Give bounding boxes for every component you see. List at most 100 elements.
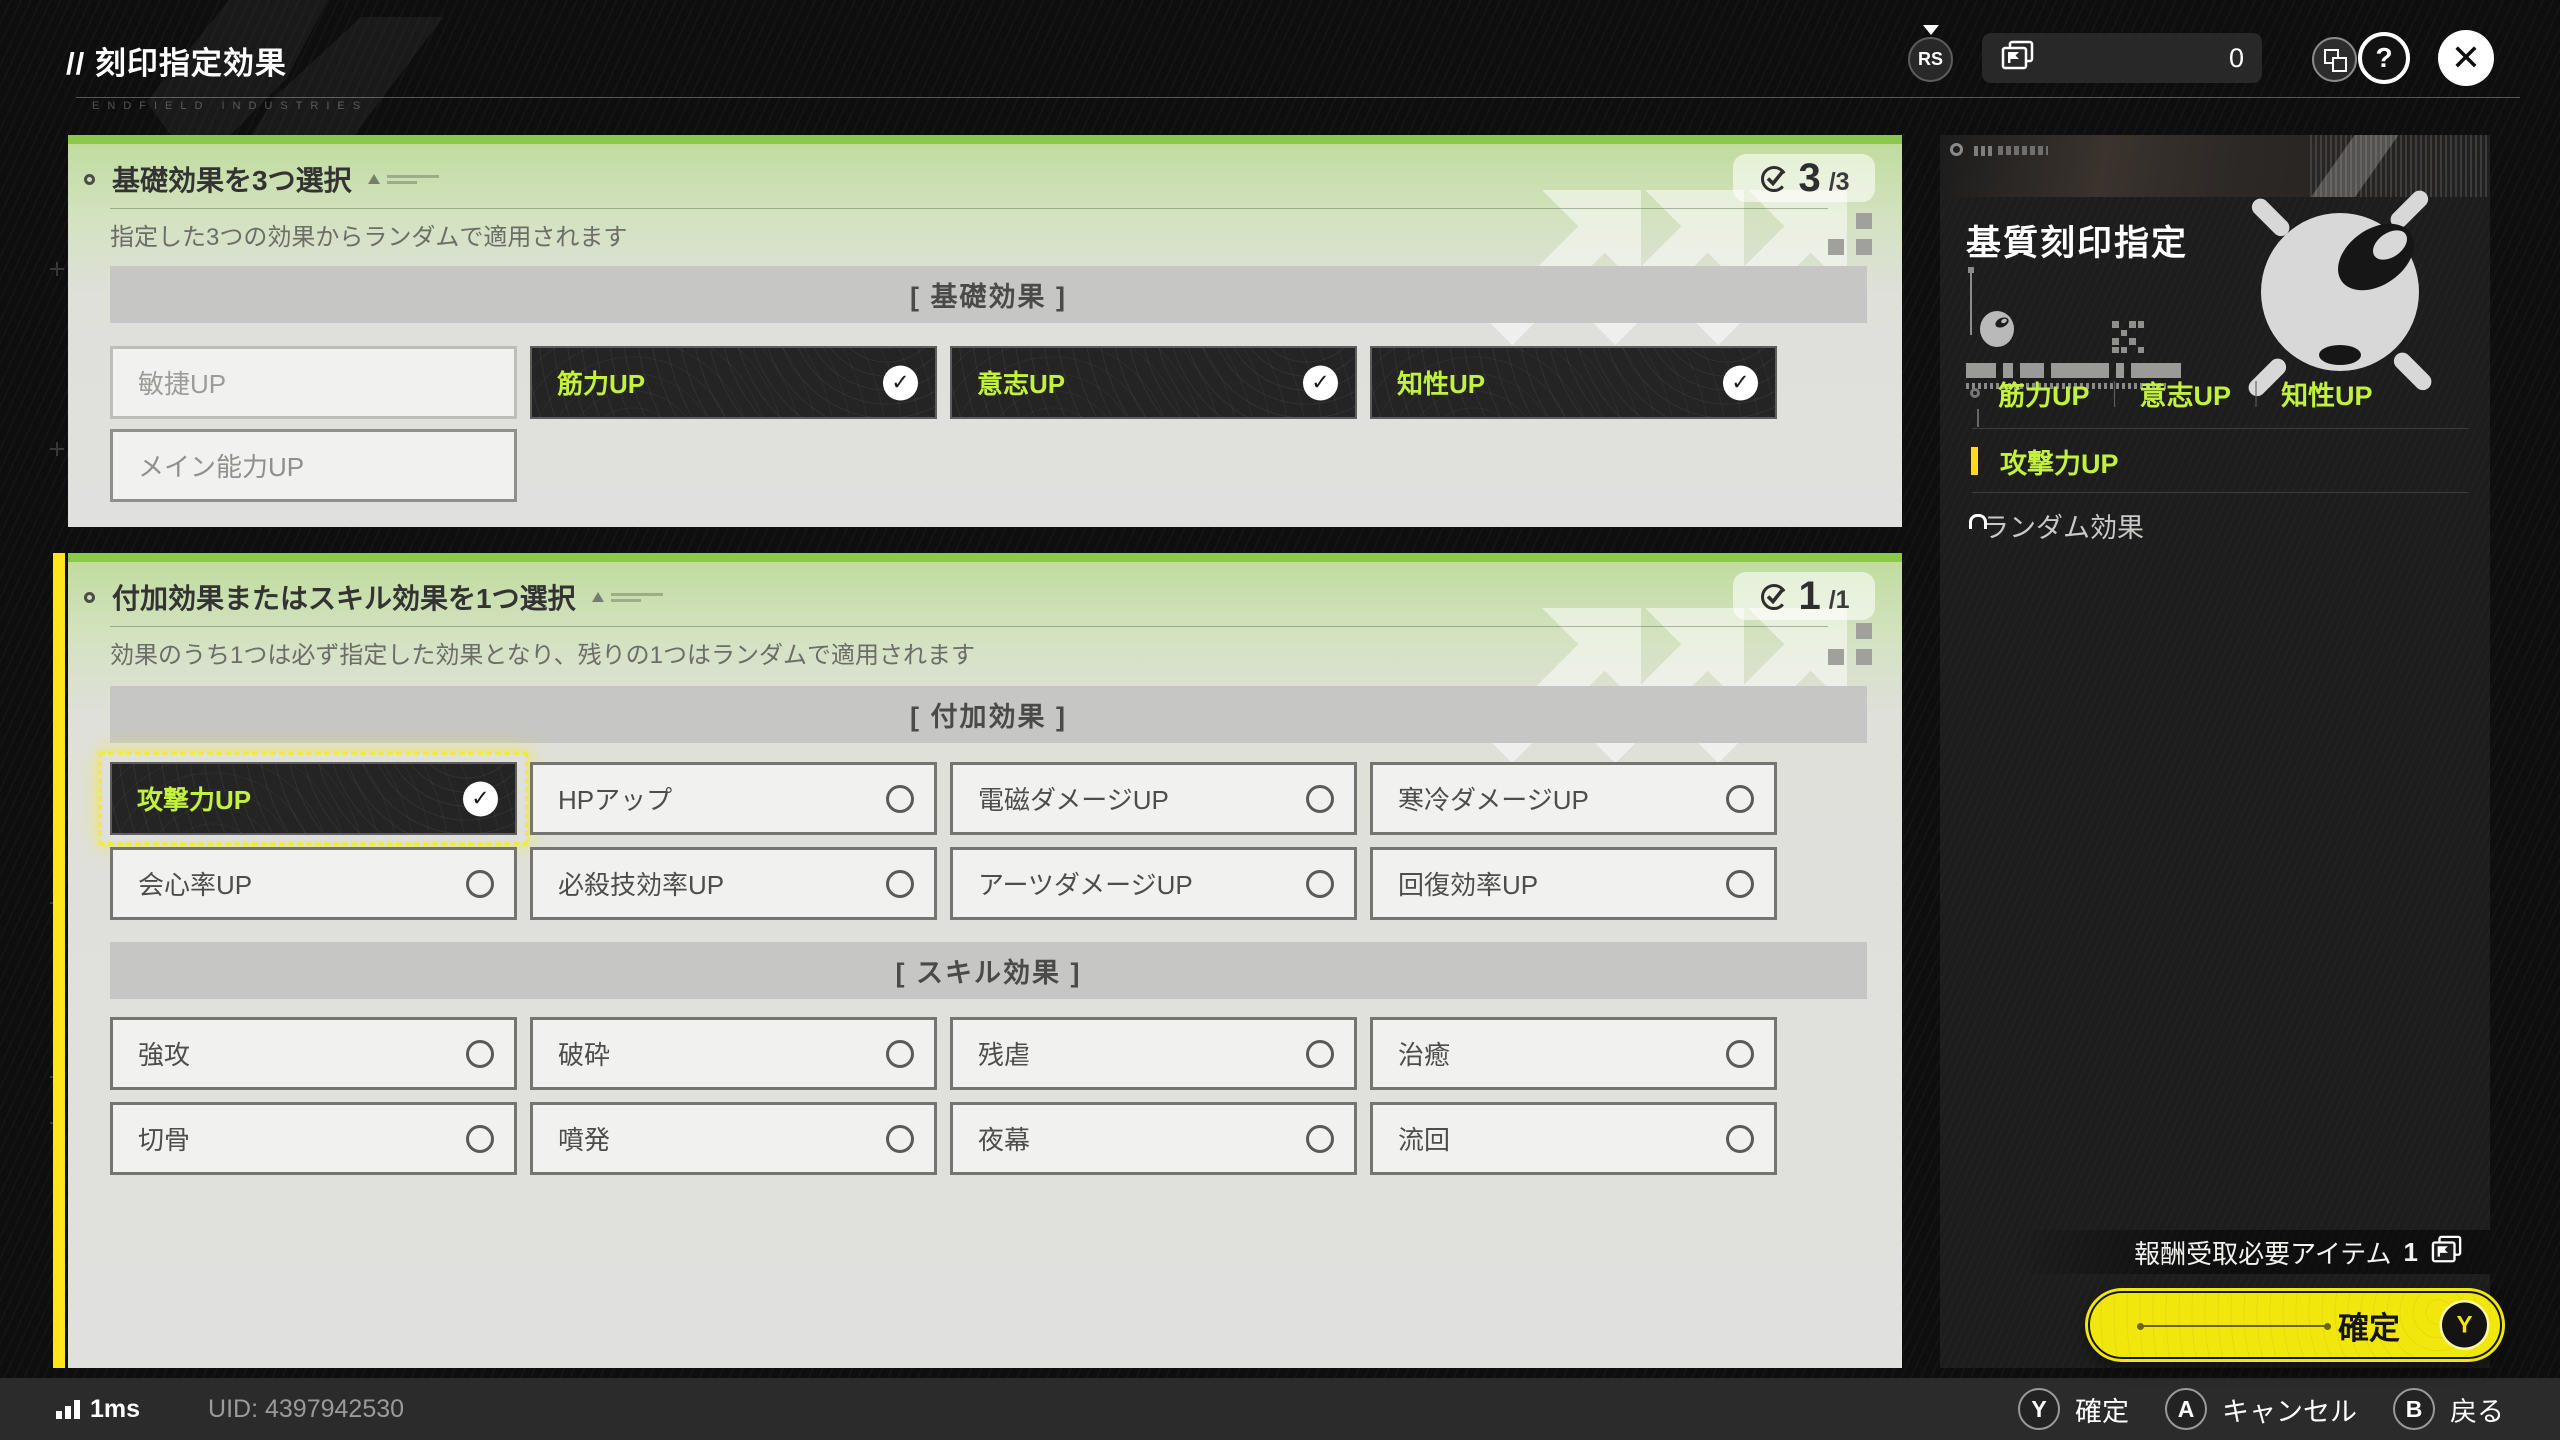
matrix-blob-icon — [2240, 187, 2440, 397]
radio-icon — [1726, 1040, 1754, 1068]
effect-random: ランダム効果 — [1982, 506, 2144, 545]
plus-decoration — [50, 262, 64, 276]
extra-panel-title: 付加効果またはスキル効果を1つ選択 — [112, 577, 576, 617]
reward-count: 1 — [2404, 1237, 2418, 1268]
vertical-line-decoration — [1970, 273, 1972, 335]
option-intellect-up[interactable]: 知性UP ✓ — [1370, 346, 1777, 419]
summary-sidebar: 基質刻印指定 筋力UP ｜ 意志UP — [1940, 135, 2490, 1368]
option-skill-yomaku[interactable]: 夜幕 — [950, 1102, 1357, 1175]
square-decoration — [1856, 623, 1872, 639]
title-bullet-icon — [84, 174, 95, 185]
check-icon: ✓ — [463, 781, 498, 816]
rs-label: RS — [1918, 49, 1943, 70]
square-decoration — [1856, 239, 1872, 255]
check-icon: ✓ — [1723, 365, 1758, 400]
currency-count: 0 — [2229, 43, 2244, 74]
square-decoration — [1856, 649, 1872, 665]
screen: // 刻印指定効果 ENDFIELD INDUSTRIES RS 0 ? ✕ 基… — [0, 0, 2560, 1440]
separator: ｜ — [2090, 375, 2140, 412]
connector-line — [1977, 409, 1979, 427]
plus-decoration — [50, 442, 64, 456]
currency-counter[interactable]: 0 — [1982, 33, 2262, 83]
option-electric-dmg-up[interactable]: 電磁ダメージUP — [950, 762, 1357, 835]
ticket-item-icon — [2000, 40, 2036, 77]
option-arts-dmg-up[interactable]: アーツダメージUP — [950, 847, 1357, 920]
ring-decoration — [1950, 143, 1963, 156]
option-strength-up[interactable]: 筋力UP ✓ — [530, 346, 937, 419]
option-main-ability-up[interactable]: メイン能力UP — [110, 429, 517, 502]
counter-value: 3 — [1798, 158, 1820, 198]
check-icon: ✓ — [1303, 365, 1338, 400]
option-skill-kyouko[interactable]: 強攻 — [110, 1017, 517, 1090]
check-circle-icon — [1758, 162, 1790, 194]
title-decoration-icon — [368, 174, 439, 184]
check-circle-icon — [1758, 580, 1790, 612]
counter-suffix: /1 — [1829, 578, 1850, 615]
separator: ｜ — [2231, 375, 2281, 412]
rs-stick-button[interactable]: RS — [1908, 37, 1953, 82]
option-ultimate-eff-up[interactable]: 必殺技効率UP — [530, 847, 937, 920]
ticket-item-icon — [2430, 1235, 2464, 1270]
gamepad-a-icon: A — [2165, 1388, 2207, 1430]
square-decoration — [1828, 649, 1844, 665]
qr-decoration — [2112, 321, 2144, 353]
radio-icon — [886, 1040, 914, 1068]
radio-icon — [886, 1125, 914, 1153]
radio-icon — [1726, 1125, 1754, 1153]
reward-requirement: 報酬受取必要アイテム 1 — [2010, 1230, 2490, 1274]
basic-panel-title: 基礎効果を3つ選択 — [112, 159, 352, 199]
confirm-label: 確定 — [2338, 1303, 2400, 1348]
title-underline — [110, 626, 1828, 627]
effect-will: 意志UP — [2140, 374, 2232, 413]
radio-icon — [1306, 1040, 1334, 1068]
option-skill-sekkotsu[interactable]: 切骨 — [110, 1102, 517, 1175]
option-skill-chiyu[interactable]: 治癒 — [1370, 1017, 1777, 1090]
basic-counter: 3 /3 — [1733, 154, 1875, 202]
reward-label: 報酬受取必要アイテム — [2134, 1234, 2391, 1271]
confirm-button[interactable]: 確定 Y — [2088, 1291, 2502, 1359]
title-underline — [110, 208, 1828, 209]
square-decoration — [1856, 213, 1872, 229]
extra-effect-row: 攻撃力UP — [1940, 443, 2490, 479]
switch-instance-button[interactable] — [2312, 37, 2357, 82]
option-frost-dmg-up[interactable]: 寒冷ダメージUP — [1370, 762, 1777, 835]
option-attack-up[interactable]: 攻撃力UP ✓ — [110, 762, 517, 835]
option-skill-ryuukai[interactable]: 流回 — [1370, 1102, 1777, 1175]
radio-icon — [466, 870, 494, 898]
effect-attack: 攻撃力UP — [2000, 442, 2119, 481]
close-button[interactable]: ✕ — [2438, 30, 2494, 86]
option-crit-rate-up[interactable]: 会心率UP — [110, 847, 517, 920]
option-will-up[interactable]: 意志UP ✓ — [950, 346, 1357, 419]
hint-back[interactable]: B 戻る — [2393, 1388, 2504, 1430]
gamepad-b-icon: B — [2393, 1388, 2435, 1430]
option-skill-zangyaku[interactable]: 残虐 — [950, 1017, 1357, 1090]
page-title: // 刻印指定効果 — [66, 38, 287, 83]
close-icon: ✕ — [2451, 37, 2481, 79]
sidebar-title: 基質刻印指定 — [1966, 215, 2188, 266]
extra-effects-panel: 付加効果またはスキル効果を1つ選択 効果のうち1つは必ず指定した効果となり、残り… — [68, 553, 1902, 1368]
mini-blob-icon — [1980, 311, 2014, 347]
status-bar: 1ms UID: 4397942530 Y 確定 A キャンセル B 戻る — [0, 1378, 2560, 1440]
option-healing-eff-up[interactable]: 回復効率UP — [1370, 847, 1777, 920]
option-agility-up[interactable]: 敏捷UP — [110, 346, 517, 419]
endfield-watermark-text: ENDFIELD INDUSTRIES — [92, 100, 368, 112]
basic-effects-row: 筋力UP ｜ 意志UP ｜ 知性UP — [1940, 375, 2490, 411]
question-icon: ? — [2375, 42, 2392, 74]
radio-icon — [1306, 1125, 1334, 1153]
divider — [1972, 428, 2468, 429]
option-skill-hasai[interactable]: 破砕 — [530, 1017, 937, 1090]
hint-confirm[interactable]: Y 確定 — [2018, 1388, 2129, 1430]
help-button[interactable]: ? — [2358, 32, 2410, 84]
option-skill-funpatsu[interactable]: 噴発 — [530, 1102, 937, 1175]
extra-counter: 1 /1 — [1733, 572, 1875, 620]
radio-icon — [1306, 785, 1334, 813]
gamepad-y-icon: Y — [2018, 1388, 2060, 1430]
title-decoration-icon — [592, 592, 663, 602]
hint-cancel[interactable]: A キャンセル — [2165, 1388, 2357, 1430]
radio-icon — [886, 870, 914, 898]
option-hp-up[interactable]: HPアップ — [530, 762, 937, 835]
radio-icon — [466, 1125, 494, 1153]
uid-value: UID: 4397942530 — [208, 1395, 404, 1424]
radio-icon — [1726, 785, 1754, 813]
radio-icon — [466, 1040, 494, 1068]
